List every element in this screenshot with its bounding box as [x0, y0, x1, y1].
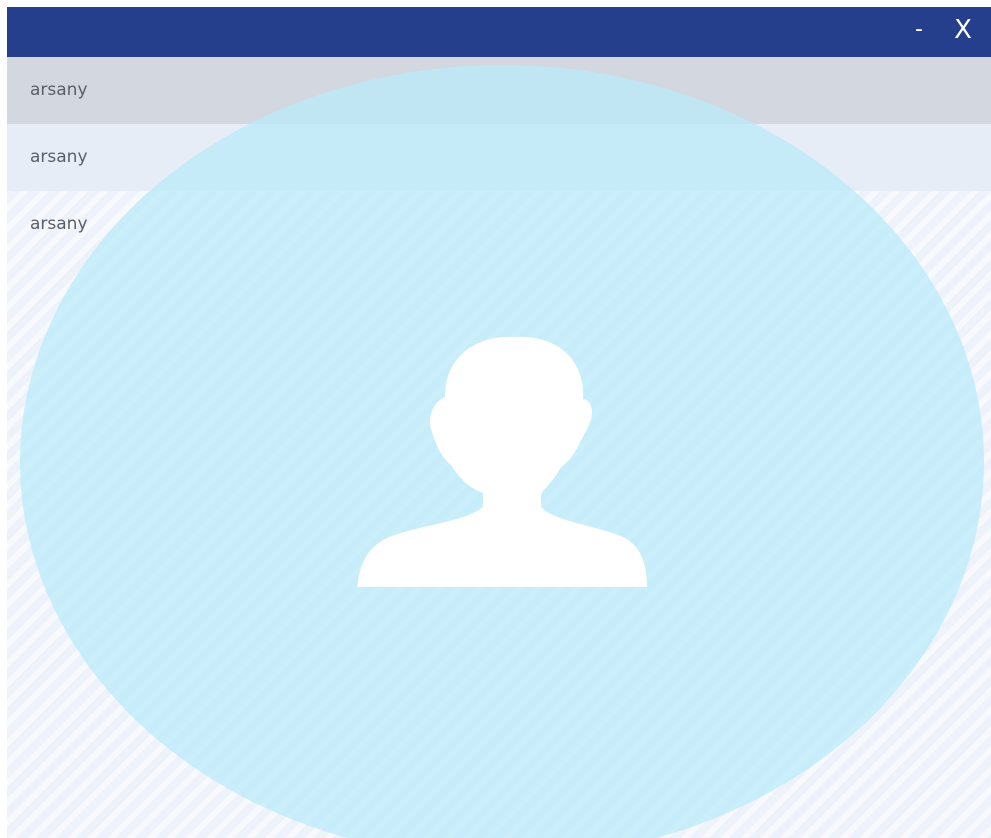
- user-silhouette-icon: [357, 336, 647, 587]
- contact-list-item[interactable]: arsany: [7, 191, 991, 258]
- title-bar[interactable]: - X: [7, 7, 991, 57]
- close-button[interactable]: X: [947, 7, 979, 57]
- minimize-button[interactable]: -: [907, 7, 931, 57]
- app-window: - X arsany arsany arsany: [7, 7, 991, 838]
- contact-list-item[interactable]: arsany: [7, 57, 991, 124]
- contact-list-item[interactable]: arsany: [7, 124, 991, 191]
- contact-list: arsany arsany arsany: [7, 57, 991, 258]
